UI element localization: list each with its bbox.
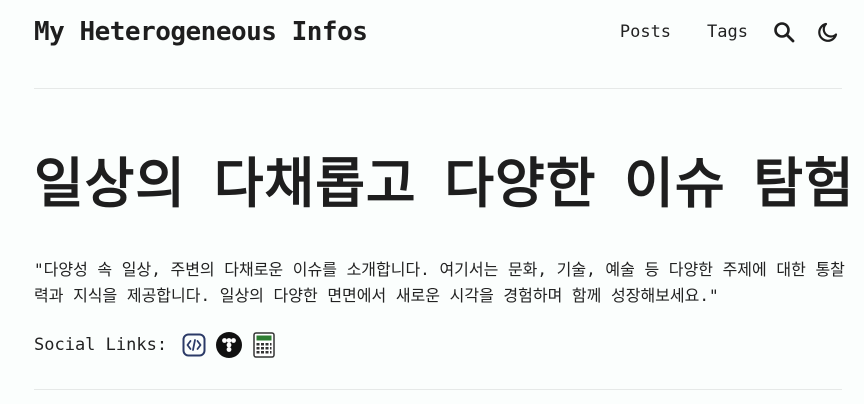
header-divider xyxy=(34,88,842,89)
social-links-label: Social Links: xyxy=(34,335,168,355)
calculator-icon[interactable] xyxy=(251,332,277,358)
main-nav: Posts Tags xyxy=(620,18,842,46)
page: My Heterogeneous Infos Posts Tags 일상의 다채… xyxy=(0,0,864,404)
code-icon[interactable] xyxy=(181,332,207,358)
moon-icon[interactable] xyxy=(814,18,842,46)
site-header: My Heterogeneous Infos Posts Tags xyxy=(34,0,842,64)
dots-icon[interactable] xyxy=(216,332,243,358)
social-links: Social Links: xyxy=(34,332,286,358)
hero-title: 일상의 다채롭고 다양한 이슈 탐험 xyxy=(34,148,864,220)
content-divider xyxy=(34,389,842,390)
nav-tags-link[interactable]: Tags xyxy=(707,22,748,42)
page-title: 일상의 다채롭고 다양한 이슈 탐험 xyxy=(34,152,855,215)
search-icon[interactable] xyxy=(770,18,798,46)
site-description: "다양성 속 일상, 주변의 다채로운 이슈를 소개합니다. 여기서는 문화, … xyxy=(34,260,845,305)
nav-posts-link[interactable]: Posts xyxy=(620,22,671,42)
site-title[interactable]: My Heterogeneous Infos xyxy=(34,17,368,47)
